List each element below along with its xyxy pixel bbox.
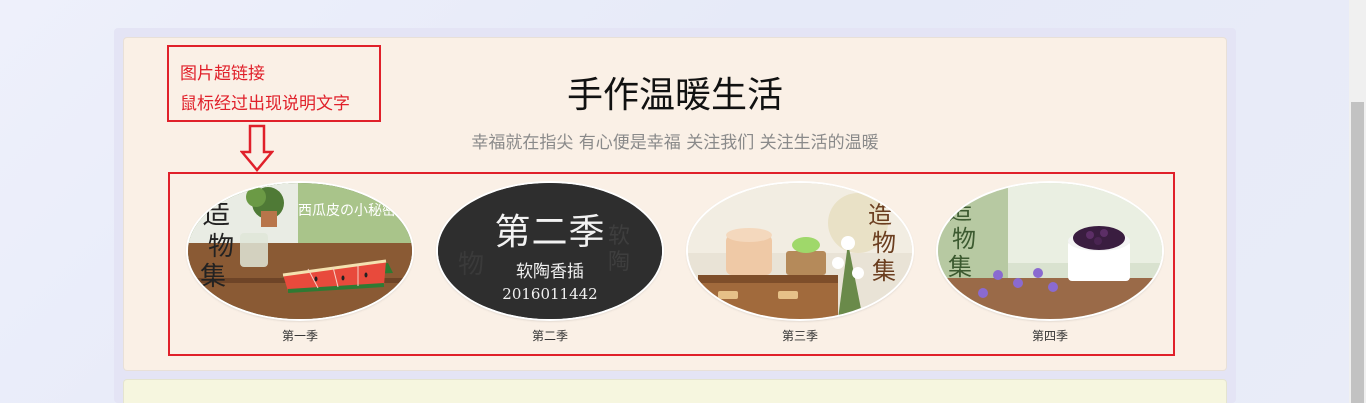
annotation-line: 鼠标经过出现说明文字: [180, 94, 350, 114]
page-subtitle: 幸福就在指尖 有心便是幸福 关注我们 关注生活的温暖: [471, 133, 879, 153]
season-3-image: 造 物 集: [688, 183, 912, 319]
annotation-line: 图片超链接: [180, 64, 265, 84]
svg-text:物: 物: [952, 225, 976, 253]
hover-id: 2016011442: [502, 285, 598, 303]
annotation-box: 图片超链接 鼠标经过出现说明文字: [167, 45, 381, 122]
gallery-item-season-3[interactable]: 造 物 集 第三季: [688, 183, 912, 343]
svg-text:集: 集: [872, 257, 896, 285]
down-arrow-icon: [240, 124, 274, 172]
season-caption: 第一季: [281, 329, 318, 343]
svg-text:集: 集: [948, 253, 972, 281]
hover-subtitle: 软陶香插: [516, 262, 584, 282]
season-caption: 第三季: [781, 329, 818, 343]
svg-text:造: 造: [868, 201, 892, 229]
svg-text:造: 造: [202, 197, 230, 230]
gallery-item-season-1[interactable]: 西瓜皮の小秘密 造 物 集 第一季: [188, 183, 412, 343]
image-title-text: 西瓜皮の小秘密: [298, 202, 396, 219]
scrollbar-thumb[interactable]: [1351, 102, 1364, 403]
svg-text:造: 造: [948, 197, 972, 225]
season-caption: 第四季: [1031, 329, 1068, 343]
season-4-image: 造 物 集: [938, 183, 1162, 319]
svg-text:物: 物: [208, 232, 234, 262]
hover-title: 第二季: [494, 212, 606, 253]
season-caption: 第二季: [531, 329, 568, 343]
next-section-card: [124, 380, 1226, 403]
vertical-scrollbar[interactable]: [1349, 0, 1366, 403]
gallery-item-season-2[interactable]: 软 陶 物 第二季 软陶香插 2016011442 第二季: [438, 183, 662, 343]
season-1-image: 西瓜皮の小秘密 造 物 集: [188, 183, 412, 319]
gallery-item-season-4[interactable]: 造 物 集 第四季: [938, 183, 1162, 343]
season-2-image: 软 陶 物 第二季 软陶香插 2016011442: [438, 183, 662, 319]
svg-text:集: 集: [200, 262, 226, 292]
svg-text:物: 物: [872, 229, 896, 257]
